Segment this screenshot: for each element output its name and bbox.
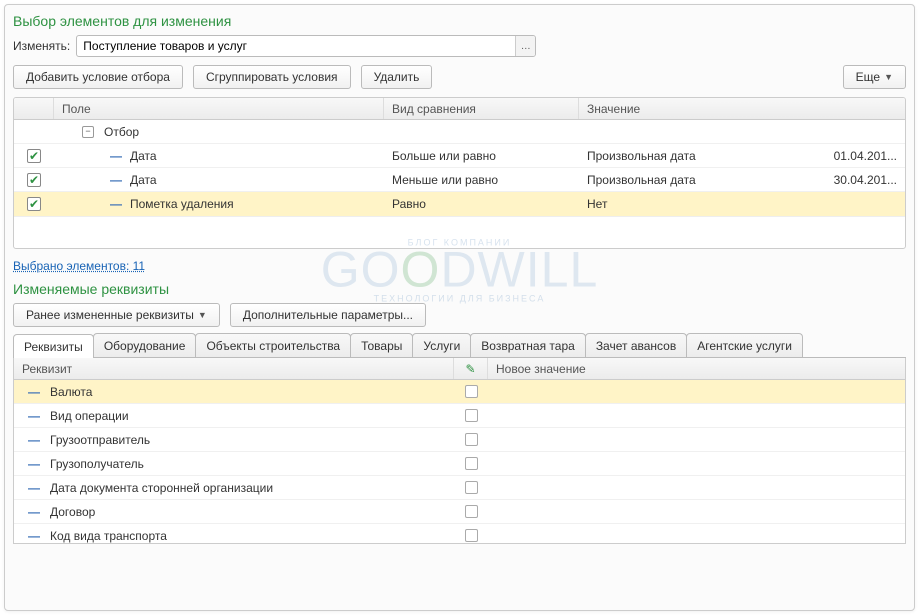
filter-val: Произвольная дата bbox=[587, 173, 727, 187]
change-input[interactable] bbox=[77, 36, 515, 56]
filter-field: Дата bbox=[130, 149, 157, 163]
filter-col-val[interactable]: Значение bbox=[579, 98, 905, 119]
checkbox[interactable] bbox=[465, 529, 478, 542]
filter-row[interactable]: ✔ — Дата Меньше или равно Произвольная дата 3… bbox=[14, 168, 905, 192]
change-picker-button[interactable]: … bbox=[515, 36, 535, 56]
requisites-header: Реквизит ✎ Новое значение bbox=[14, 358, 905, 380]
tab-7[interactable]: Агентские услуги bbox=[686, 333, 803, 357]
filter-field: Дата bbox=[130, 173, 157, 187]
filter-root-label: Отбор bbox=[104, 125, 139, 139]
chevron-down-icon: ▼ bbox=[884, 72, 893, 82]
req-col-newval[interactable]: Новое значение bbox=[488, 358, 905, 379]
dash-icon: — bbox=[110, 149, 122, 163]
checkbox[interactable] bbox=[465, 385, 478, 398]
dash-icon: — bbox=[28, 529, 40, 543]
tab-5[interactable]: Возвратная тара bbox=[470, 333, 586, 357]
req-name: Вид операции bbox=[50, 409, 129, 423]
dash-icon: — bbox=[28, 481, 40, 495]
pencil-icon: ✎ bbox=[465, 362, 475, 376]
extra-params-button[interactable]: Дополнительные параметры... bbox=[230, 303, 426, 327]
req-row[interactable]: — Вид операции bbox=[14, 404, 905, 428]
section-title-requisites: Изменяемые реквизиты bbox=[13, 281, 906, 297]
filter-cmp: Равно bbox=[384, 197, 579, 211]
filter-root-row[interactable]: − Отбор bbox=[14, 120, 905, 144]
dash-icon: — bbox=[28, 457, 40, 471]
req-col-edit[interactable]: ✎ bbox=[454, 358, 488, 379]
req-name: Грузополучатель bbox=[50, 457, 144, 471]
tab-1[interactable]: Оборудование bbox=[93, 333, 197, 357]
dash-icon: — bbox=[28, 433, 40, 447]
tab-4[interactable]: Услуги bbox=[412, 333, 471, 357]
prev-changed-button[interactable]: Ранее измененные реквизиты ▼ bbox=[13, 303, 220, 327]
checkbox[interactable] bbox=[465, 409, 478, 422]
tab-6[interactable]: Зачет авансов bbox=[585, 333, 687, 357]
change-label: Изменять: bbox=[13, 39, 70, 53]
filter-row[interactable]: ✔ — Дата Больше или равно Произвольная дата 0… bbox=[14, 144, 905, 168]
checkbox[interactable] bbox=[465, 481, 478, 494]
dash-icon: — bbox=[28, 505, 40, 519]
more-button[interactable]: Еще ▼ bbox=[843, 65, 906, 89]
filter-field: Пометка удаления bbox=[130, 197, 234, 211]
dash-icon: — bbox=[110, 173, 122, 187]
req-row[interactable]: — Код вида транспорта bbox=[14, 524, 905, 543]
checkbox[interactable]: ✔ bbox=[27, 197, 41, 211]
req-name: Дата документа сторонней организации bbox=[50, 481, 273, 495]
group-filter-button[interactable]: Сгруппировать условия bbox=[193, 65, 351, 89]
add-filter-button[interactable]: Добавить условие отбора bbox=[13, 65, 183, 89]
filter-val2: 01.04.201... bbox=[805, 149, 905, 163]
req-name: Код вида транспорта bbox=[50, 529, 167, 543]
tab-3[interactable]: Товары bbox=[350, 333, 413, 357]
checkbox[interactable] bbox=[465, 457, 478, 470]
section-title-selection: Выбор элементов для изменения bbox=[13, 13, 906, 29]
filter-col-field[interactable]: Поле bbox=[54, 98, 384, 119]
filter-val2: 30.04.201... bbox=[805, 173, 905, 187]
filter-cmp: Больше или равно bbox=[384, 149, 579, 163]
requisites-table: Реквизит ✎ Новое значение — Валюта — Вид оп… bbox=[13, 358, 906, 544]
selected-count-link[interactable]: Выбрано элементов: 11 bbox=[13, 259, 145, 273]
checkbox[interactable] bbox=[465, 505, 478, 518]
chevron-down-icon: ▼ bbox=[198, 310, 207, 320]
filter-table-header: Поле Вид сравнения Значение bbox=[14, 98, 905, 120]
dash-icon: — bbox=[110, 197, 122, 211]
req-name: Грузоотправитель bbox=[50, 433, 150, 447]
tab-0[interactable]: Реквизиты bbox=[13, 334, 94, 358]
prev-changed-label: Ранее измененные реквизиты bbox=[26, 308, 194, 322]
req-col-name[interactable]: Реквизит bbox=[14, 358, 454, 379]
req-row[interactable]: — Валюта bbox=[14, 380, 905, 404]
filter-col-cmp[interactable]: Вид сравнения bbox=[384, 98, 579, 119]
req-row[interactable]: — Дата документа сторонней организации bbox=[14, 476, 905, 500]
filter-row[interactable]: ✔ — Пометка удаления Равно Нет bbox=[14, 192, 905, 216]
change-row: Изменять: … bbox=[13, 35, 906, 57]
tabs: РеквизитыОборудованиеОбъекты строительст… bbox=[13, 333, 906, 358]
delete-button[interactable]: Удалить bbox=[361, 65, 433, 89]
checkbox[interactable]: ✔ bbox=[27, 173, 41, 187]
tree-toggle-icon[interactable]: − bbox=[82, 126, 94, 138]
filter-cmp: Меньше или равно bbox=[384, 173, 579, 187]
req-name: Валюта bbox=[50, 385, 92, 399]
req-row[interactable]: — Грузоотправитель bbox=[14, 428, 905, 452]
more-label: Еще bbox=[856, 70, 880, 84]
requisites-body[interactable]: — Валюта — Вид операции — Грузоотправитель — Гр… bbox=[14, 380, 905, 543]
checkbox[interactable] bbox=[465, 433, 478, 446]
req-name: Договор bbox=[50, 505, 95, 519]
checkbox[interactable]: ✔ bbox=[27, 149, 41, 163]
filter-val: Произвольная дата bbox=[587, 149, 727, 163]
change-combo[interactable]: … bbox=[76, 35, 536, 57]
dash-icon: — bbox=[28, 409, 40, 423]
tab-2[interactable]: Объекты строительства bbox=[195, 333, 351, 357]
req-row[interactable]: — Договор bbox=[14, 500, 905, 524]
filter-table: Поле Вид сравнения Значение − Отбор ✔ — Да… bbox=[13, 97, 906, 249]
req-row[interactable]: — Грузополучатель bbox=[14, 452, 905, 476]
dash-icon: — bbox=[28, 385, 40, 399]
filter-val: Нет bbox=[587, 197, 727, 211]
